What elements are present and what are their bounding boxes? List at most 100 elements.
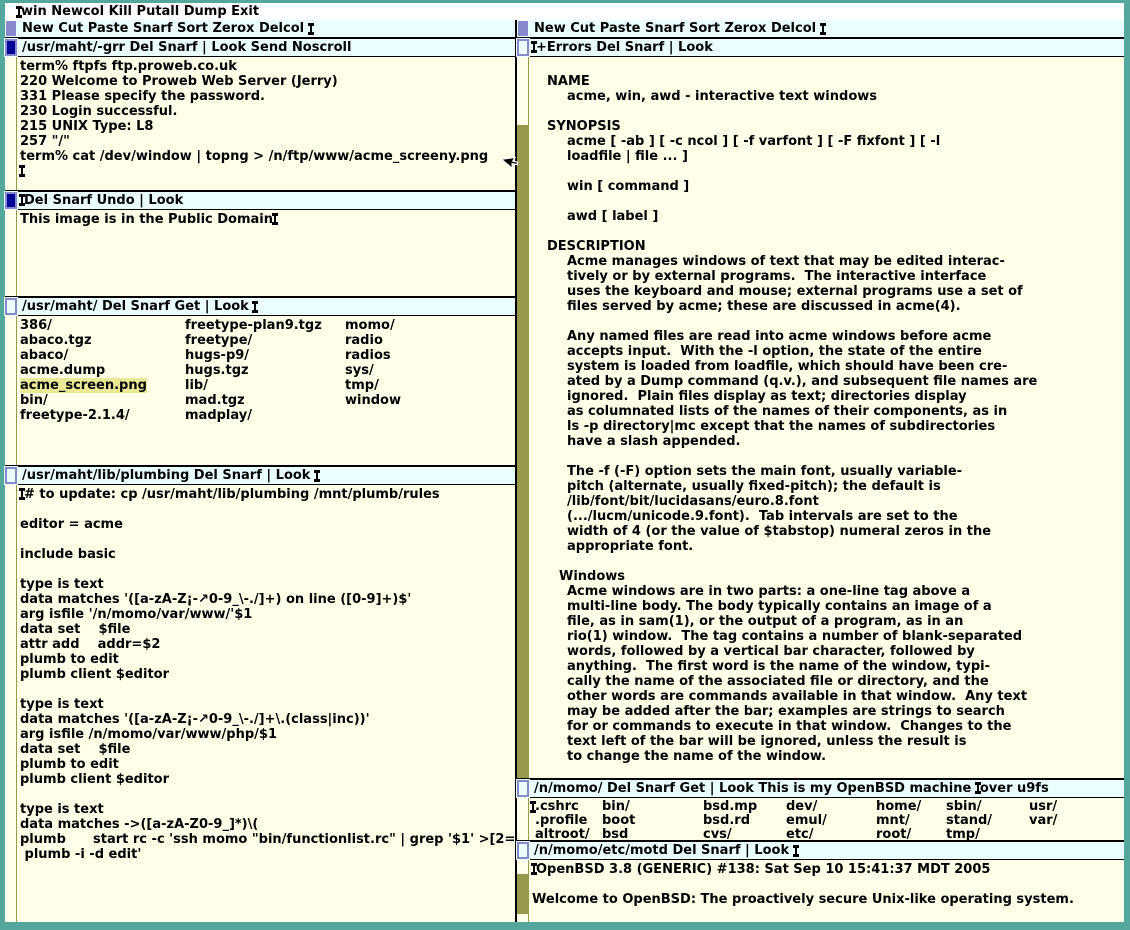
text-line[interactable]: rio(1) window. The tag contains a number… bbox=[532, 629, 1124, 644]
file-entry[interactable]: freetype-plan9.tgz bbox=[185, 318, 322, 333]
file-entry[interactable]: cvs/ bbox=[703, 828, 732, 840]
file-entry[interactable]: boot bbox=[602, 814, 635, 828]
text-line[interactable]: other words are commands available in th… bbox=[532, 689, 1124, 704]
file-entry[interactable]: .cshrc bbox=[535, 800, 579, 814]
text-line[interactable]: ated by a Dump command (q.v.), and subse… bbox=[532, 374, 1124, 389]
column-right-header[interactable]: New Cut Paste Snarf Sort Zerox Delcol bbox=[517, 20, 1124, 37]
text-line[interactable] bbox=[532, 104, 1124, 119]
text-line[interactable]: plumb client $editor bbox=[20, 772, 515, 787]
file-entry[interactable]: home/ bbox=[876, 800, 921, 814]
file-entry[interactable]: lib/ bbox=[185, 378, 208, 393]
text-line[interactable]: (.../lucm/unicode.9.font). Tab intervals… bbox=[532, 509, 1124, 524]
file-entry[interactable]: radio bbox=[345, 333, 383, 348]
text-line[interactable]: 257 "/" bbox=[20, 134, 515, 149]
dirty-box-icon[interactable] bbox=[5, 192, 17, 209]
column-box-icon[interactable] bbox=[517, 20, 529, 37]
text-line[interactable]: # to update: cp /usr/maht/lib/plumbing /… bbox=[20, 487, 515, 502]
text-line[interactable] bbox=[20, 562, 515, 577]
file-entry[interactable]: 386/ bbox=[20, 318, 52, 333]
text-line[interactable]: arg isfile /n/momo/var/www/php/$1 bbox=[20, 727, 515, 742]
clean-box-icon[interactable] bbox=[517, 39, 529, 56]
file-entry[interactable]: hugs-p9/ bbox=[185, 348, 249, 363]
text-line[interactable]: type is text bbox=[20, 697, 515, 712]
text-line[interactable]: acme [ -ab ] [ -c ncol ] [ -f varfont ] … bbox=[532, 134, 1124, 149]
text-line[interactable]: have a slash appended. bbox=[532, 434, 1124, 449]
text-line[interactable]: /lib/font/bit/lucidasans/euro.8.font bbox=[532, 494, 1124, 509]
file-entry[interactable]: acme.dump bbox=[20, 363, 105, 378]
text-line[interactable]: ls -p directory|mc except that the names… bbox=[532, 419, 1124, 434]
text-line[interactable]: may be added after the bar; examples are… bbox=[532, 704, 1124, 719]
text-line[interactable]: files served by acme; these are discusse… bbox=[532, 299, 1124, 314]
file-entry[interactable]: mad.tgz bbox=[185, 393, 245, 408]
scrollbar[interactable] bbox=[517, 860, 529, 922]
text-line[interactable]: cally the name of the associated file or… bbox=[532, 674, 1124, 689]
text-line[interactable]: data matches '([a-zA-Z¡-↗0-9_\-./]+) on … bbox=[20, 592, 515, 607]
text-line[interactable] bbox=[20, 532, 515, 547]
text-line[interactable]: pitch (alternate, usually fixed-pitch); … bbox=[532, 479, 1124, 494]
text-line[interactable]: NAME bbox=[532, 74, 1124, 89]
main-menu-commands[interactable]: win Newcol Kill Putall Dump Exit bbox=[21, 4, 259, 19]
clean-box-icon[interactable] bbox=[517, 780, 529, 797]
scrollbar[interactable] bbox=[517, 798, 529, 840]
text-line[interactable]: term% cat /dev/window | topng > /n/ftp/w… bbox=[20, 149, 515, 164]
file-entry[interactable]: mnt/ bbox=[876, 814, 910, 828]
text-line[interactable]: plumb start rc -c 'ssh momo "bin/functio… bbox=[20, 832, 515, 847]
file-entry[interactable]: abaco.tgz bbox=[20, 333, 92, 348]
text-line[interactable]: appropriate font. bbox=[532, 539, 1124, 554]
main-menu-bar[interactable]: win Newcol Kill Putall Dump Exit bbox=[5, 3, 1124, 20]
file-entry[interactable]: bsd bbox=[602, 828, 628, 840]
text-line[interactable]: win [ command ] bbox=[532, 179, 1124, 194]
text-line[interactable] bbox=[532, 194, 1124, 209]
text-line[interactable]: 215 UNIX Type: L8 bbox=[20, 119, 515, 134]
file-entry[interactable]: hugs.tgz bbox=[185, 363, 249, 378]
file-entry[interactable]: etc/ bbox=[786, 828, 814, 840]
text-line[interactable]: type is text bbox=[20, 577, 515, 592]
text-line[interactable]: arg isfile '/n/momo/var/www/'$1 bbox=[20, 607, 515, 622]
scrollbar[interactable] bbox=[5, 485, 17, 922]
text-line[interactable] bbox=[532, 59, 1124, 74]
text-line[interactable]: Acme windows are in two parts: a one-lin… bbox=[532, 584, 1124, 599]
file-entry[interactable]: sys/ bbox=[345, 363, 374, 378]
window-homedir-tag[interactable]: /usr/maht/ Del Snarf Get | Look bbox=[5, 298, 515, 316]
window-motd-tag[interactable]: /n/momo/etc/motd Del Snarf | Look bbox=[517, 842, 1124, 860]
text-line[interactable]: DESCRIPTION bbox=[532, 239, 1124, 254]
text-line[interactable]: data set $file bbox=[20, 742, 515, 757]
text-line[interactable]: Acme manages windows of text that may be… bbox=[532, 254, 1124, 269]
file-entry[interactable]: usr/ bbox=[1029, 800, 1057, 814]
text-line[interactable]: anything. The first word is the name of … bbox=[532, 659, 1124, 674]
text-line[interactable]: tively or by external programs. The inte… bbox=[532, 269, 1124, 284]
text-line[interactable]: system is loaded from loadfile, which sh… bbox=[532, 359, 1124, 374]
file-entry[interactable]: tmp/ bbox=[946, 828, 980, 840]
text-line[interactable]: term% ftpfs ftp.proweb.co.uk bbox=[20, 59, 515, 74]
file-entry[interactable]: freetype/ bbox=[185, 333, 252, 348]
window-scratch-tag-text[interactable]: Del Snarf Undo | Look bbox=[24, 193, 183, 208]
text-line[interactable]: 220 Welcome to Proweb Web Server (Jerry) bbox=[20, 74, 515, 89]
file-entry[interactable]: freetype-2.1.4/ bbox=[20, 408, 130, 423]
text-line[interactable]: file, as in sam(1), or the output of a p… bbox=[532, 614, 1124, 629]
clean-box-icon[interactable] bbox=[517, 842, 529, 859]
text-line[interactable] bbox=[532, 877, 1124, 892]
column-header-commands[interactable]: New Cut Paste Snarf Sort Zerox Delcol bbox=[529, 21, 821, 36]
file-entry[interactable]: root/ bbox=[876, 828, 911, 840]
text-line[interactable]: editor = acme bbox=[20, 517, 515, 532]
window-momo-tag-note[interactable]: over u9fs bbox=[980, 781, 1049, 796]
file-entry[interactable]: dev/ bbox=[786, 800, 817, 814]
window-plumbing-tag[interactable]: /usr/maht/lib/plumbing Del Snarf | Look bbox=[5, 467, 515, 485]
window-terminal-tag[interactable]: /usr/maht/-grr Del Snarf | Look Send Nos… bbox=[5, 39, 515, 57]
file-entry[interactable]: stand/ bbox=[946, 814, 992, 828]
text-line[interactable] bbox=[20, 787, 515, 802]
dirty-box-icon[interactable] bbox=[5, 39, 17, 56]
text-line[interactable]: as columnated lists of the names of thei… bbox=[532, 404, 1124, 419]
text-line[interactable]: This image is in the Public Domain bbox=[20, 212, 515, 227]
file-entry[interactable]: madplay/ bbox=[185, 408, 252, 423]
scrollbar[interactable] bbox=[5, 210, 17, 296]
file-entry[interactable]: .profile bbox=[535, 814, 588, 828]
window-motd-tag-text[interactable]: /n/momo/etc/motd Del Snarf | Look bbox=[529, 843, 794, 858]
text-line[interactable]: plumb client $editor bbox=[20, 667, 515, 682]
text-line[interactable] bbox=[20, 502, 515, 517]
text-line[interactable] bbox=[532, 554, 1124, 569]
text-line[interactable]: 230 Login successful. bbox=[20, 104, 515, 119]
scrollbar[interactable] bbox=[5, 316, 17, 465]
file-entry[interactable]: abaco/ bbox=[20, 348, 68, 363]
window-errors-tag-text[interactable]: +Errors Del Snarf | Look bbox=[536, 40, 713, 55]
